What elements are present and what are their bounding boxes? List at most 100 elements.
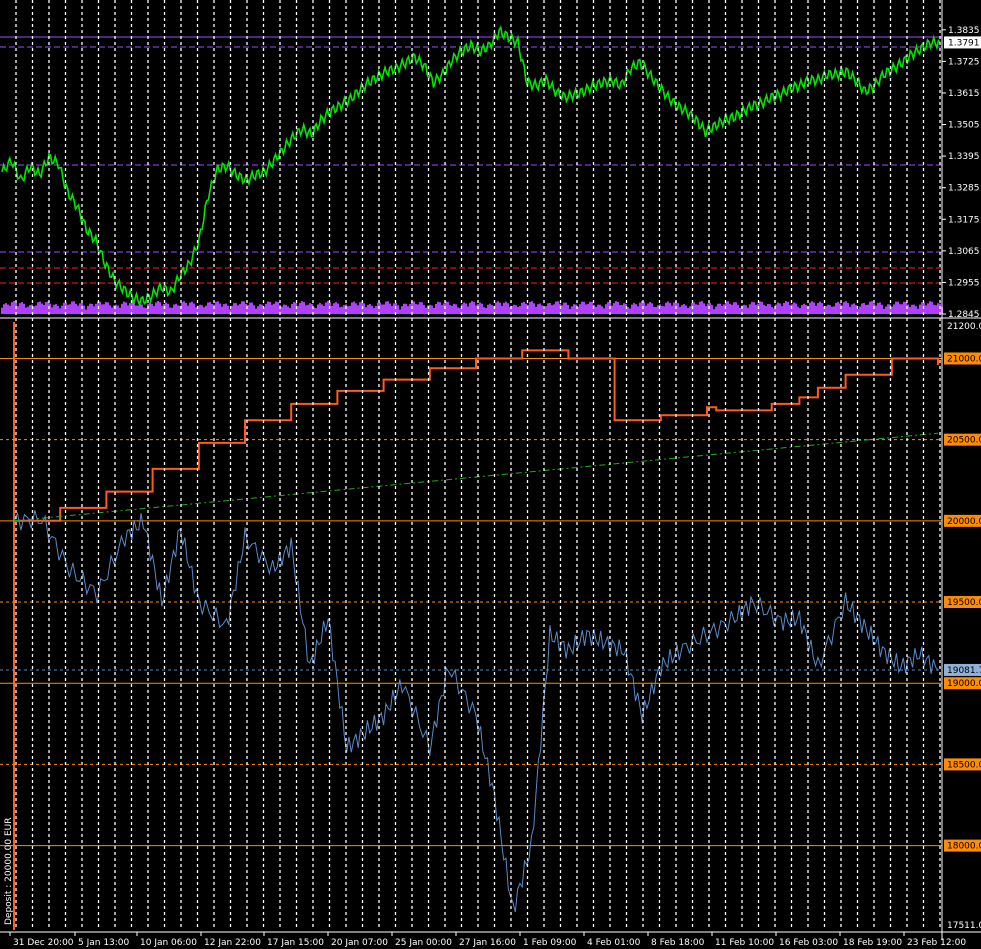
volume-bar [603,308,605,314]
volume-bar [919,304,921,314]
volume-bar [937,303,939,314]
volume-bar [457,307,459,314]
volume-bar [835,302,837,314]
volume-bar [779,303,781,314]
volume-bar [217,301,219,314]
volume-bar [831,306,833,314]
volume-bar [205,305,207,314]
volume-bar [853,303,855,314]
volume-bar [553,304,555,314]
volume-bar [211,303,213,314]
volume-bar [847,302,849,314]
volume-bar [389,303,391,314]
volume-bar [167,303,169,314]
volume-bar [189,302,191,314]
volume-bar [105,302,107,314]
volume-bar [449,305,451,314]
volume-bar [661,305,663,314]
volume-bar [375,305,377,314]
volume-bar [415,304,417,314]
volume-bar [231,305,233,314]
volume-bar [249,302,251,314]
volume-bar [463,302,465,314]
volume-bar [59,308,61,314]
volume-bar [433,308,435,314]
volume-bar [523,301,525,314]
volume-bar [239,304,241,314]
volume-bar [343,305,345,314]
volume-bar [135,305,137,314]
price-y-tick-label: 1.3835 [948,26,980,36]
volume-bar [767,303,769,314]
volume-bar [299,302,301,314]
volume-bar [421,302,423,314]
volume-bar [41,303,43,314]
volume-bar [447,301,449,314]
volume-bar [859,306,861,314]
volume-bar [425,307,427,314]
volume-bar [667,301,669,314]
volume-bar [51,307,53,314]
volume-bar [549,303,551,314]
volume-bar [149,302,151,314]
volume-bar [833,306,835,314]
volume-bar [635,304,637,314]
volume-bar [783,302,785,314]
price-y-tick-label: 1.3725 [948,57,980,67]
volume-bar [475,305,477,314]
volume-bar [747,307,749,314]
volume-bar [57,306,59,314]
x-tick-label: 16 Feb 03:00 [779,938,838,948]
volume-bar [785,301,787,314]
volume-bar [555,301,557,314]
volume-bar [369,304,371,314]
volume-bar [809,302,811,314]
volume-bar [749,304,751,314]
volume-bar [765,305,767,314]
volume-bar [223,304,225,314]
volume-bar [25,307,27,314]
volume-bar [225,303,227,314]
volume-bar [465,303,467,314]
volume-bar [611,305,613,314]
volume-bar [459,308,461,314]
volume-bar [763,304,765,314]
volume-bar [731,304,733,314]
x-tick-label: 10 Jan 06:00 [140,938,197,948]
volume-bar [617,301,619,314]
volume-bar [897,301,899,314]
volume-bar [639,302,641,314]
volume-bar [391,305,393,314]
volume-bar [29,304,31,314]
volume-bar [187,305,189,314]
volume-bar [483,307,485,314]
equity-y-tick-label: 21000.0 [947,354,981,364]
volume-bar [93,306,95,314]
volume-bar [209,301,211,314]
volume-bar [621,305,623,314]
volume-bar [539,303,541,314]
volume-bar [83,305,85,314]
volume-bar [373,308,375,314]
volume-bar [499,302,501,314]
volume-bar [915,306,917,314]
volume-bar [61,305,63,314]
volume-bar [699,301,701,314]
volume-bar [571,306,573,314]
x-tick-label: 18 Feb 19:00 [843,938,902,948]
volume-bar [479,302,481,314]
volume-bar [283,304,285,314]
volume-bar [347,306,349,314]
volume-bar [235,303,237,314]
volume-bar [671,305,673,314]
volume-bar [533,303,535,314]
volume-bar [503,302,505,314]
volume-bar [455,304,457,314]
volume-bar [653,306,655,314]
volume-bar [13,301,15,314]
volume-bar [871,301,873,314]
volume-bar [727,301,729,314]
volume-bar [357,305,359,314]
x-tick-label: 27 Jan 16:00 [459,938,516,948]
volume-bar [471,301,473,314]
